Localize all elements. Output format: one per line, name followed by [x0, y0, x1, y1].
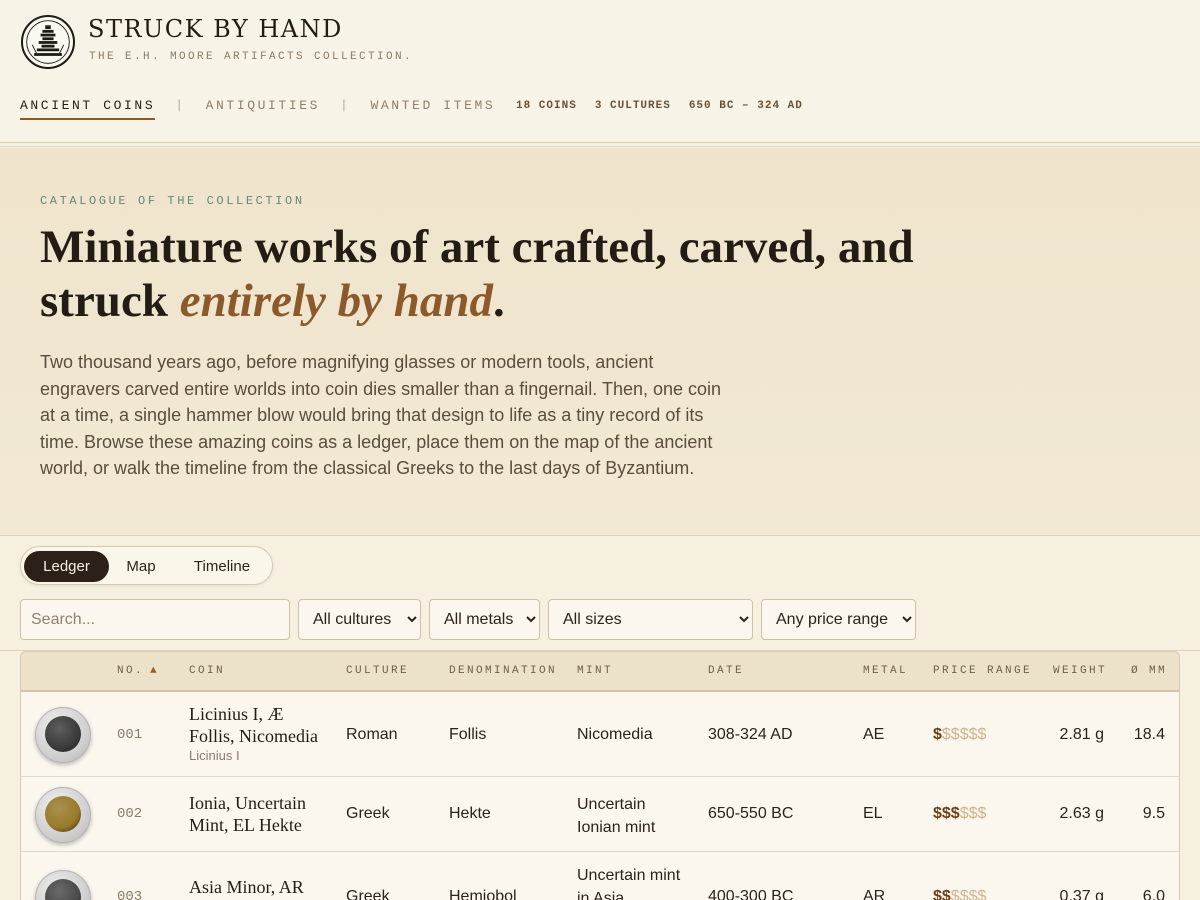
coin-ledger-table: NO. ▲ COIN CULTURE DENOMINATION MINT DATE…: [20, 651, 1180, 900]
main-nav: ANCIENT COINS | ANTIQUITIES | WANTED ITE…: [20, 98, 495, 122]
coin-metal: AR: [863, 888, 886, 900]
hero-description: Two thousand years ago, before magnifyin…: [40, 352, 722, 479]
coin-metal: EL: [863, 805, 883, 822]
collection-logo-icon[interactable]: [21, 15, 75, 69]
column-header-culture[interactable]: CULTURE: [346, 665, 409, 677]
coin-mint: Uncertain Ionian mint: [577, 796, 656, 836]
coin-date: 650-550 BC: [708, 805, 794, 822]
view-toggle: Ledger Map Timeline: [20, 546, 273, 585]
coin-number: 001: [117, 727, 143, 743]
price-range-indicator: $$$$$$: [933, 805, 986, 823]
column-header-diameter[interactable]: Ø MM: [1131, 665, 1167, 677]
column-header-weight[interactable]: WEIGHT: [1053, 665, 1107, 677]
price-filled: $$: [933, 888, 951, 900]
hero-title-emphasis: entirely by hand: [179, 275, 494, 327]
view-ledger-button[interactable]: Ledger: [24, 551, 109, 582]
coin-denomination: Follis: [449, 726, 487, 743]
price-filled: $: [933, 726, 942, 743]
stat-date-range: 650 BC – 324 AD: [688, 100, 803, 112]
search-input[interactable]: [20, 599, 290, 640]
column-header-mint[interactable]: MINT: [577, 665, 613, 677]
view-map-button[interactable]: Map: [113, 551, 169, 582]
price-range-indicator: $$$$$$: [933, 726, 986, 744]
size-filter-select[interactable]: All sizes: [548, 599, 753, 640]
nav-antiquities[interactable]: ANTIQUITIES: [206, 98, 320, 118]
coin-diameter: 18.4: [1133, 726, 1165, 743]
hero-title-period: .: [493, 275, 505, 327]
coin-date: 308-324 AD: [708, 726, 793, 743]
column-header-coin[interactable]: COIN: [189, 665, 225, 677]
column-header-number-label: NO.: [117, 665, 145, 677]
coin-title[interactable]: Ionia, Uncertain Mint, EL Hekte: [189, 792, 329, 836]
hero-title-line2: struck: [40, 275, 180, 327]
table-header: NO. ▲ COIN CULTURE DENOMINATION MINT DATE…: [21, 652, 1179, 692]
hero-eyebrow: CATALOGUE OF THE COLLECTION: [40, 194, 305, 208]
price-range-indicator: $$$$$$: [933, 888, 986, 900]
coin-metal: AE: [863, 726, 885, 743]
coin-mint: Nicomedia: [577, 726, 653, 743]
coin-image[interactable]: [35, 870, 91, 900]
stat-coin-count: 18 COINS: [516, 100, 577, 112]
coin-mint: Uncertain mint in Asia: [577, 867, 681, 900]
view-timeline-button[interactable]: Timeline: [177, 551, 267, 582]
nav-separator: |: [340, 98, 351, 113]
nav-ancient-coins[interactable]: ANCIENT COINS: [20, 98, 156, 120]
table-row[interactable]: 001 Licinius I, Æ Follis, Nicomedia Lici…: [21, 693, 1179, 777]
coin-culture: Greek: [346, 888, 390, 900]
price-filled: $$$: [933, 805, 960, 822]
sort-ascending-icon[interactable]: ▲: [150, 665, 157, 677]
hero-section: CATALOGUE OF THE COLLECTION Miniature wo…: [0, 148, 1200, 536]
coin-face: [45, 879, 81, 900]
brand-subtitle: THE E.H. MOORE ARTIFACTS COLLECTION.: [89, 51, 414, 63]
price-empty: $$$$$: [941, 726, 987, 743]
nav-wanted-items[interactable]: WANTED ITEMS: [370, 98, 495, 118]
column-header-price-range[interactable]: PRICE RANGE: [933, 665, 1032, 677]
hero-title: Miniature works of art crafted, carved, …: [40, 220, 940, 328]
price-filter-select[interactable]: Any price range: [761, 599, 916, 640]
metal-filter-select[interactable]: All metals: [429, 599, 540, 640]
coin-face: [45, 716, 81, 752]
price-empty: $$$: [959, 805, 987, 822]
coin-number: 002: [117, 806, 143, 822]
hero-title-line1: Miniature works of art crafted, carved, …: [40, 221, 914, 273]
coin-culture: Greek: [346, 805, 390, 822]
nav-separator: |: [175, 98, 186, 113]
coin-weight: 0.37 g: [1059, 888, 1104, 900]
coin-diameter: 9.5: [1142, 805, 1165, 822]
coin-image[interactable]: [35, 787, 91, 843]
table-row[interactable]: 002 Ionia, Uncertain Mint, EL Hekte Gree…: [21, 777, 1179, 852]
column-header-number[interactable]: NO. ▲: [117, 665, 157, 677]
coin-title[interactable]: Asia Minor, AR: [189, 876, 329, 898]
coin-title[interactable]: Licinius I, Æ Follis, Nicomedia: [189, 703, 329, 747]
coin-image[interactable]: [35, 707, 91, 763]
collection-stats: 18 COINS 3 CULTURES 650 BC – 324 AD: [516, 100, 803, 112]
coin-face: [45, 796, 81, 832]
site-header: STRUCK BY HAND THE E.H. MOORE ARTIFACTS …: [0, 0, 1200, 147]
coin-date: 400-300 BC: [708, 888, 794, 900]
column-header-denomination[interactable]: DENOMINATION: [449, 665, 557, 677]
culture-filter-select[interactable]: All cultures: [298, 599, 421, 640]
price-empty: $$$$: [950, 888, 987, 900]
coin-weight: 2.63 g: [1059, 805, 1104, 822]
column-header-metal[interactable]: METAL: [863, 665, 908, 677]
coin-culture: Roman: [346, 726, 398, 743]
column-header-date[interactable]: DATE: [708, 665, 744, 677]
coin-diameter: 6.0: [1142, 888, 1165, 900]
stat-culture-count: 3 CULTURES: [594, 100, 671, 112]
table-row[interactable]: 003 Asia Minor, AR Greek Hemiobol Uncert…: [21, 852, 1179, 900]
coin-denomination: Hekte: [449, 805, 491, 822]
coin-denomination: Hemiobol: [449, 888, 517, 900]
coin-number: 003: [117, 889, 143, 900]
coin-weight: 2.81 g: [1059, 726, 1104, 743]
coin-ruler: Licinius I: [189, 748, 240, 763]
brand-title[interactable]: STRUCK BY HAND: [88, 15, 343, 43]
